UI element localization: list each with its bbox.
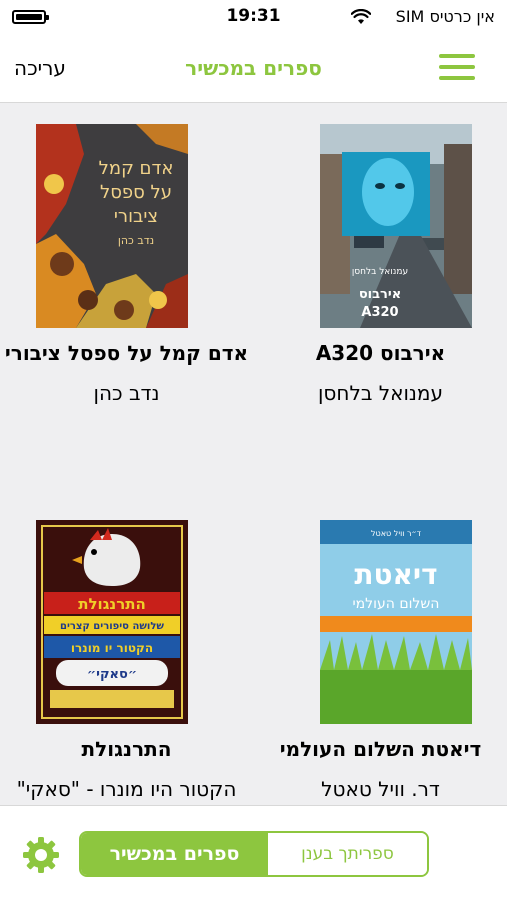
bottom-bar: ספרים במכשיר ספריתך בענן [0,805,507,901]
cover-subtitle-text: שלושה סיפורים קצרים [60,621,164,632]
book-item[interactable]: עמנואל בלחסן אירבוס A320 אירבוס A320 עמנ… [254,103,507,493]
book-title: דיאטת השלום העולמי [279,737,482,761]
segment-cloud-library[interactable]: ספריתך בענן [268,833,427,875]
book-title: אדם קמל על ספסל ציבורי [4,341,249,365]
book-item[interactable]: אדם קמל על ספסל ציבורי נדב כהן אדם קמל ע… [0,103,253,493]
book-cover[interactable]: עמנואל בלחסן אירבוס A320 [320,124,472,328]
cover-author-text: נדב כהן [118,234,154,247]
cover-title-text: על ספסל [100,182,172,203]
nav-bar: עריכה ספרים במכשיר [0,34,507,103]
carrier-label: אין כרטיס SIM [395,7,495,26]
cover-author-text: ד״ר וויל טאטל [371,529,422,538]
book-author: עמנואל בלחסן [317,381,444,405]
menu-icon[interactable] [439,54,475,80]
cover-author-text: הקטור יו מונרו [71,641,153,655]
book-cover[interactable]: ד״ר וויל טאטל דיאטת השלום העולמי [320,520,472,724]
book-cover[interactable]: התרנגולת שלושה סיפורים קצרים הקטור יו מו… [36,520,188,724]
gear-icon[interactable] [22,836,60,874]
cover-title-text: השלום העולמי [353,596,440,612]
page-title: ספרים במכשיר [185,56,322,80]
book-author: נדב כהן [93,381,160,405]
book-item[interactable]: ד״ר וויל טאטל דיאטת השלום העולמי דיאטת ה… [254,499,507,805]
book-author: הקטור היו מונרו - "סאקי" [16,777,237,801]
cover-title-text: התרנגולת [78,595,146,613]
book-item[interactable]: התרנגולת שלושה סיפורים קצרים הקטור יו מו… [0,499,253,805]
cover-title-text: דיאטת [354,558,437,591]
cover-title-text: אדם קמל [99,158,174,179]
books-grid: עמנואל בלחסן אירבוס A320 אירבוס A320 עמנ… [0,103,507,805]
cover-title-text: אירבוס [359,287,401,302]
segment-device-books[interactable]: ספרים במכשיר [81,833,268,875]
library-segmented-control: ספרים במכשיר ספריתך בענן [79,831,429,877]
book-author: דר. וויל טאטל [321,777,440,801]
cover-author-text: ״סאקי״ [87,667,137,682]
status-bar: 19:31 אין כרטיס SIM [0,0,507,34]
cover-title-text: ציבורי [114,206,158,227]
cover-author-text: עמנואל בלחסן [352,267,408,277]
wifi-icon [351,9,371,24]
book-title: התרנגולת [81,737,172,761]
cover-title-text: A320 [361,305,398,320]
book-cover[interactable]: אדם קמל על ספסל ציבורי נדב כהן [36,124,188,328]
book-title: אירבוס A320 [315,341,446,365]
